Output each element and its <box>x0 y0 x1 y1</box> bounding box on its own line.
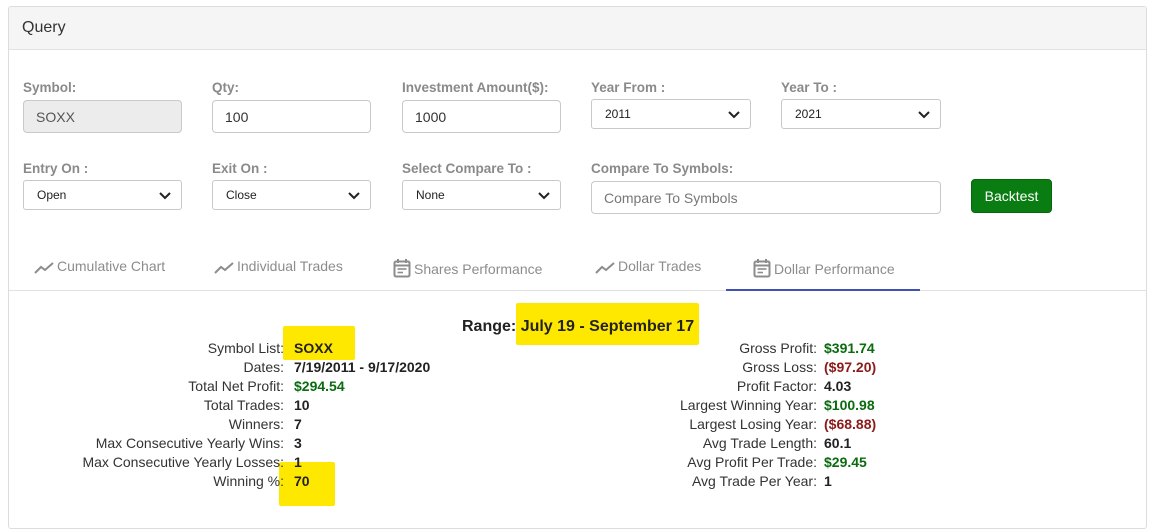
stat-label: Largest Losing Year: <box>689 416 817 432</box>
stat-label: Avg Trade Length: <box>702 435 817 451</box>
stat-row: Avg Trade Length: 60.1 <box>9 435 1146 454</box>
tab-dollar-trades[interactable]: Dollar Trades <box>595 251 701 291</box>
stat-value: 1 <box>824 473 832 489</box>
calendar-icon <box>393 259 411 278</box>
chevron-down-icon <box>538 192 550 200</box>
chevron-down-icon <box>159 192 171 200</box>
entry-on-select[interactable]: Open <box>23 180 182 210</box>
stat-value: 4.03 <box>824 378 852 394</box>
results-tabs: Cumulative Chart Individual Trades Share… <box>9 251 1146 291</box>
tab-label: Shares Performance <box>414 261 543 277</box>
stat-value: $100.98 <box>824 397 875 413</box>
stat-row: Largest Winning Year: $100.98 <box>9 397 1146 416</box>
stat-label: Gross Profit: <box>739 340 817 356</box>
stat-value: ($68.88) <box>824 416 877 432</box>
chevron-down-icon <box>918 111 930 119</box>
chevron-down-icon <box>348 192 360 200</box>
stat-value: $29.45 <box>824 454 867 470</box>
exit-on-label: Exit On : <box>212 161 268 176</box>
stat-label: Avg Trade Per Year: <box>691 473 817 489</box>
range-label: Range: <box>462 318 517 335</box>
tab-cumulative-chart[interactable]: Cumulative Chart <box>34 251 165 291</box>
compare-symbols-placeholder: Compare To Symbols <box>604 190 738 206</box>
chevron-down-icon <box>728 111 740 119</box>
stat-row: Profit Factor: 4.03 <box>9 378 1146 397</box>
stat-row: Avg Profit Per Trade: $29.45 <box>9 454 1146 473</box>
trend-line-icon <box>34 262 54 274</box>
range-heading: Range: July 19 - September 17 <box>462 318 694 336</box>
tab-individual-trades[interactable]: Individual Trades <box>214 251 343 291</box>
symbol-input: SOXX <box>23 100 182 133</box>
compare-symbols-label: Compare To Symbols: <box>591 161 734 176</box>
trend-line-icon <box>595 262 615 274</box>
exit-on-value: Close <box>226 188 257 202</box>
backtest-button[interactable]: Backtest <box>971 179 1052 213</box>
symbol-label: Symbol: <box>23 80 77 95</box>
tab-label: Cumulative Chart <box>57 258 166 274</box>
tab-dollar-performance[interactable]: Dollar Performance <box>726 251 920 291</box>
investment-label: Investment Amount($): <box>402 80 549 95</box>
year-from-value: 2011 <box>605 107 631 121</box>
entry-on-label: Entry On : <box>23 161 89 176</box>
stat-row: Avg Trade Per Year: 1 <box>9 473 1146 492</box>
stat-row: Largest Losing Year: ($68.88) <box>9 416 1146 435</box>
tab-shares-performance[interactable]: Shares Performance <box>393 251 542 291</box>
compare-to-select[interactable]: None <box>402 180 561 210</box>
stat-value: ($97.20) <box>824 359 877 375</box>
query-card: Query Symbol: SOXX Qty: 100 Investment A… <box>8 6 1147 529</box>
tab-label: Dollar Trades <box>618 258 702 274</box>
stat-label: Avg Profit Per Trade: <box>687 454 817 470</box>
tab-label: Dollar Performance <box>774 261 895 277</box>
investment-input[interactable]: 1000 <box>402 100 561 133</box>
tab-label: Individual Trades <box>237 258 343 274</box>
exit-on-select[interactable]: Close <box>212 180 371 210</box>
year-from-label: Year From : <box>591 80 666 95</box>
entry-on-value: Open <box>37 188 67 202</box>
year-to-value: 2021 <box>795 107 822 121</box>
stat-row: Gross Loss: ($97.20) <box>9 359 1146 378</box>
year-from-select[interactable]: 2011 <box>591 99 751 129</box>
stat-row: Gross Profit: $391.74 <box>9 340 1146 359</box>
stat-value: $391.74 <box>824 340 875 356</box>
year-to-label: Year To : <box>781 80 838 95</box>
card-title: Query <box>9 7 1146 50</box>
year-to-select[interactable]: 2021 <box>781 99 941 129</box>
stat-value: 60.1 <box>824 435 852 451</box>
stat-label: Largest Winning Year: <box>680 397 817 413</box>
compare-to-value: None <box>416 188 445 202</box>
qty-label: Qty: <box>212 80 239 95</box>
range-value: July 19 - September 17 <box>520 318 695 335</box>
stat-label: Profit Factor: <box>736 378 817 394</box>
calendar-icon <box>753 259 771 278</box>
stat-label: Gross Loss: <box>742 359 817 375</box>
qty-input[interactable]: 100 <box>212 100 371 133</box>
compare-to-label: Select Compare To : <box>402 161 532 176</box>
compare-symbols-input[interactable]: Compare To Symbols <box>591 181 941 214</box>
trend-line-icon <box>214 262 234 274</box>
